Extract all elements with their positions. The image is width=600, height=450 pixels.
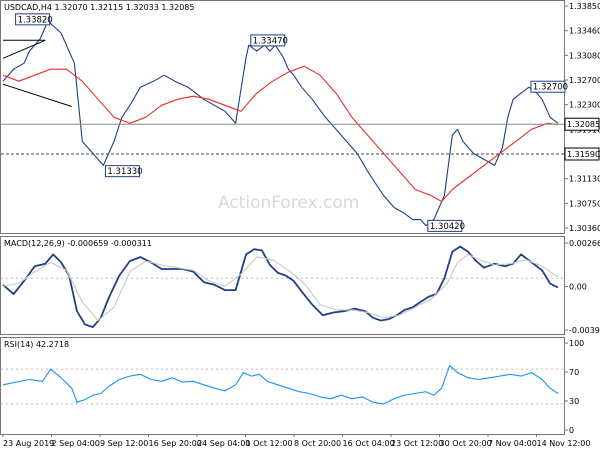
macd-layer: 0.002667 0.00 -0.003922 <box>1 239 600 335</box>
rsi-y-tick-label: 30 <box>569 397 579 406</box>
annotation-label: 1.33470 <box>253 36 288 46</box>
x-tick-label: 23 Aug 2019 <box>3 439 54 448</box>
price-y-tick-label: 1.32300 <box>569 101 600 110</box>
x-tick-label: 7 Nov 04:00 <box>488 439 537 448</box>
channel-left-line <box>2 39 46 59</box>
x-tick-label: 1 Oct 12:00 <box>246 439 293 448</box>
rsi-y-tick-label: 100 <box>569 339 584 348</box>
x-tick-label: 9 Sep 12:00 <box>100 439 148 448</box>
x-tick-label: 30 Oct 20:00 <box>440 439 492 448</box>
rsi-layer: 100 70 30 0 <box>1 339 584 435</box>
x-tick-label: 16 Oct 04:00 <box>343 439 395 448</box>
price-y-tick-label: 1.30750 <box>569 199 600 208</box>
annotation-label: 1.32700 <box>533 83 568 93</box>
watermark: ActionForex.com <box>218 193 359 213</box>
macd-y-tick-label: 0.002667 <box>569 239 600 248</box>
annotation-label: 1.33820 <box>18 15 53 25</box>
price-series-line <box>2 65 559 203</box>
current-price-label: 1.32085 <box>567 120 600 129</box>
price-y-tick-label: 1.33460 <box>569 27 600 36</box>
macd-y-tick-label: -0.003922 <box>569 326 600 335</box>
x-axis: 23 Aug 20192 Sep 04:00 9 Sep 12:00 16 Sep … <box>2 434 591 448</box>
x-tick-label: 23 Oct 12:00 <box>391 439 443 448</box>
price-y-tick-label: 1.33850 <box>569 2 600 11</box>
x-tick-label: 16 Sep 20:00 <box>149 439 202 448</box>
macd-title: MACD(12,26,9) -0.000659 -0.000311 <box>4 239 152 248</box>
macd-series-line <box>2 245 559 329</box>
x-tick-label: 8 Oct 20:00 <box>294 439 341 448</box>
support-price-label: 1.31590 <box>567 150 600 159</box>
rsi-y-tick-label: 70 <box>569 368 579 377</box>
rsi-series-line <box>2 365 559 405</box>
x-tick-label: 14 Nov 12:00 <box>537 439 591 448</box>
rsi-title: RSI(14) 42.2718 <box>4 340 69 349</box>
macd-series-line <box>2 253 559 322</box>
rsi-y-tick-label: 0 <box>569 426 574 435</box>
macd-panel-frame <box>0 236 565 335</box>
price-y-tick-label: 1.32700 <box>569 76 600 85</box>
price-title: USDCAD,H4 1.32070 1.32115 1.32033 1.3208… <box>4 3 194 12</box>
x-tick-label: 24 Sep 04:00 <box>197 439 250 448</box>
price-y-tick-label: 1.30360 <box>569 224 600 233</box>
channel-bottom-line <box>2 83 72 107</box>
macd-y-tick-label: 0.00 <box>569 283 587 292</box>
forex-chart: ActionForex.com 1.33850 1.33460 1.33080 1.3… <box>0 0 600 448</box>
x-tick-label: 2 Sep 04:00 <box>52 439 100 448</box>
price-y-tick-label: 1.31130 <box>569 175 600 184</box>
annotation-label: 1.30420 <box>430 222 465 232</box>
annotation-label: 1.31330 <box>107 167 142 177</box>
price-y-tick-label: 1.33080 <box>569 51 600 60</box>
